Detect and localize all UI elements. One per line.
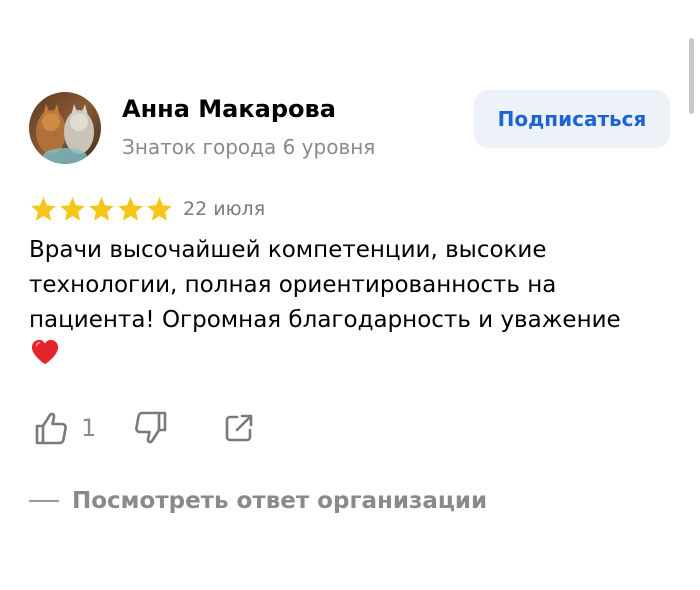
star-icon <box>31 197 56 221</box>
like-count: 1 <box>81 414 97 442</box>
author-name[interactable]: Анна Макарова <box>122 95 336 123</box>
review-date: 22 июля <box>183 198 266 220</box>
author-level: Знаток города 6 уровня <box>122 135 376 159</box>
avatar[interactable] <box>29 92 101 164</box>
star-rating <box>29 195 174 224</box>
dislike-button[interactable] <box>133 410 169 450</box>
view-organization-answer-label: Посмотреть ответ организации <box>72 488 488 514</box>
thumbs-down-icon <box>135 411 167 444</box>
star-icon <box>147 197 172 221</box>
star-icon <box>89 197 114 221</box>
share-button[interactable] <box>223 412 255 448</box>
dash-divider <box>29 500 59 502</box>
star-icon <box>60 197 85 221</box>
review-text-body: Врачи высочайшей компетенции, высокие те… <box>29 237 621 333</box>
like-button[interactable]: 1 <box>33 410 96 446</box>
review-text: Врачи высочайшей компетенции, высокие те… <box>29 233 649 373</box>
share-icon <box>225 414 253 442</box>
star-icon <box>118 197 143 221</box>
red-heart-icon <box>31 339 59 365</box>
subscribe-button[interactable]: Подписаться <box>474 90 670 148</box>
thumbs-up-icon <box>35 412 67 445</box>
view-organization-answer-link[interactable]: Посмотреть ответ организации <box>29 488 487 514</box>
scrollbar[interactable] <box>689 38 694 114</box>
